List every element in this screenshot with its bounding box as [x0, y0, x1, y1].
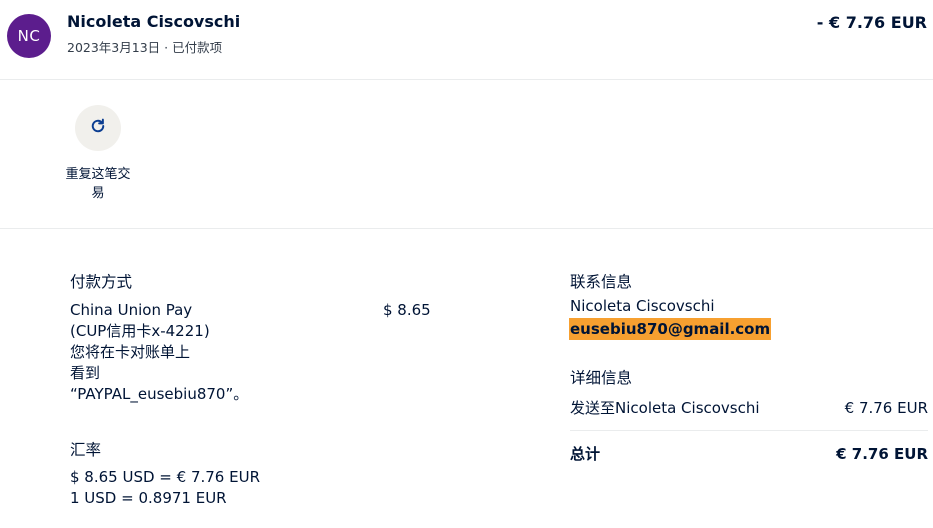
total-amount: € 7.76 EUR: [836, 445, 928, 463]
exchange-rate-line: $ 8.65 USD = € 7.76 EUR: [70, 468, 260, 486]
repeat-transaction-button[interactable]: 重复这笔交易: [58, 105, 138, 203]
details-divider: [570, 430, 928, 431]
total-label: 总计: [570, 445, 601, 463]
transaction-header: NC Nicoleta Ciscovschi 2023年3月13日 · 已付款项…: [0, 0, 933, 80]
payment-method-line: China Union Pay: [70, 301, 193, 319]
payment-method-line: 您将在卡对账单上: [70, 343, 191, 361]
payment-method-title: 付款方式: [70, 273, 133, 291]
repeat-icon-circle[interactable]: [75, 105, 121, 151]
exchange-rate-title: 汇率: [70, 441, 102, 459]
actions-section: 重复这笔交易: [0, 81, 933, 229]
transaction-amount: - € 7.76 EUR: [816, 13, 927, 32]
payment-method-line: 看到: [70, 364, 101, 382]
repeat-transaction-label: 重复这笔交易: [65, 167, 131, 201]
payment-method-amount: $ 8.65: [383, 301, 431, 319]
transaction-date-status: 2023年3月13日 · 已付款项: [67, 40, 223, 55]
exchange-rate-values: $ 8.65 USD = € 7.76 EUR 1 USD = 0.8971 E…: [70, 467, 330, 509]
refresh-icon: [89, 117, 107, 139]
payment-method-description: China Union Pay (CUP信用卡x-4221) 您将在卡对账单上 …: [70, 300, 300, 405]
contact-info-title: 联系信息: [570, 273, 633, 291]
sent-to-label: 发送至Nicoleta Ciscovschi: [570, 399, 760, 417]
avatar: NC: [7, 14, 51, 58]
contact-email[interactable]: eusebiu870@gmail.com: [569, 318, 772, 340]
sent-to-amount: € 7.76 EUR: [844, 399, 928, 417]
details-title: 详细信息: [570, 369, 633, 387]
contact-name: Nicoleta Ciscovschi: [570, 297, 715, 315]
payment-method-line: (CUP信用卡x-4221): [70, 322, 210, 340]
payment-method-line: “PAYPAL_eusebiu870”。: [70, 385, 249, 403]
merchant-name: Nicoleta Ciscovschi: [67, 12, 241, 31]
exchange-rate-line: 1 USD = 0.8971 EUR: [70, 489, 227, 507]
